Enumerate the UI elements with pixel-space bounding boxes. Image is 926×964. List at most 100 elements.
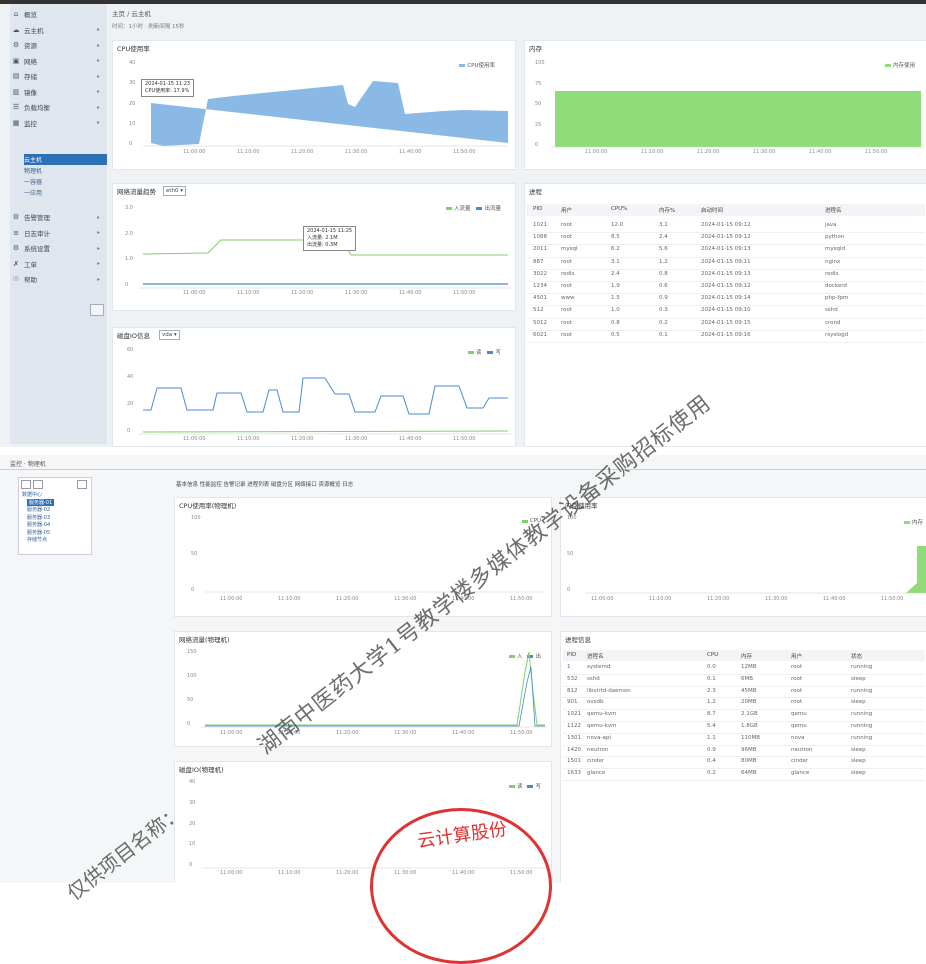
memory-chart-physical <box>585 546 926 594</box>
table-cell: 2024-01-15 09:13 <box>701 270 751 277</box>
table-cell: 1234 <box>533 283 547 289</box>
x-tick-label: 11:50:00 <box>453 290 476 296</box>
table-cell: 2024-01-15 09:12 <box>701 234 751 241</box>
table-header-cell[interactable]: 进程名 <box>825 206 842 214</box>
x-tick-label: 11:50:00 <box>881 596 904 602</box>
tree-node[interactable]: 存储节点 <box>27 536 47 543</box>
sidebar-item[interactable]: ⌂ 概览 <box>10 7 107 21</box>
sidebar-item[interactable]: ☉ 帮助 ▸ <box>10 272 107 286</box>
filter-bar[interactable]: 时间：1小时 · 刷新间隔 15秒 <box>112 22 185 30</box>
table-cell: 812 <box>567 687 578 694</box>
y-tick-label: 50 <box>187 697 194 703</box>
tree-node[interactable]: 服务器-02 <box>27 506 50 513</box>
table-cell: sshd <box>825 307 838 314</box>
sidebar-item-label: 监控 <box>24 119 37 128</box>
table-header-cell[interactable]: CPU <box>707 652 718 658</box>
sidebar-item[interactable]: ☰ 负载均衡 ▸ <box>10 100 107 114</box>
tree-refresh-button[interactable] <box>77 480 87 489</box>
table-header-cell[interactable]: 用户 <box>561 206 572 214</box>
table-cell: 0.1 <box>707 675 716 682</box>
sidebar-item[interactable]: ▣ 网络 ▸ <box>10 54 107 68</box>
table-cell: 6MB <box>741 675 754 682</box>
table-cell: 0.3 <box>659 307 668 314</box>
x-tick-label: 11:50:00 <box>453 436 476 442</box>
y-tick-label: 3.0 <box>125 205 133 211</box>
table-cell: 110MB <box>741 734 761 741</box>
table-cell: 5012 <box>533 319 547 326</box>
stamp-text: 云计算股份 <box>416 818 509 853</box>
table-cell: nginx <box>825 258 841 265</box>
table-header-cell[interactable]: CPU% <box>611 206 627 212</box>
chevron-icon: ▸ <box>97 41 101 49</box>
table-cell: 1.9 <box>611 283 620 289</box>
sidebar-item[interactable]: ▦ 监控 ▸ <box>10 116 107 130</box>
sidebar-item[interactable]: ⚙ 资源 ▸ <box>10 38 107 52</box>
x-tick-label: 11:10:00 <box>641 149 664 155</box>
table-header-cell[interactable]: 内存% <box>659 206 675 214</box>
table-cell: 0.8 <box>611 319 620 326</box>
y-tick-label: 10 <box>129 120 136 127</box>
sidebar-item[interactable]: ▤ 存储 ▸ <box>10 69 107 83</box>
disk-chart-panel: 磁盘IO信息 vda ▾ 读写 60 40 20 0 11:00:00 11:10:00 1… <box>112 327 516 447</box>
table-cell: neutron <box>587 746 609 753</box>
x-tick-label: 11:30:00 <box>345 290 368 296</box>
table-cell: 1088 <box>533 234 547 241</box>
sidebar-item[interactable]: ▥ 镜像 ▸ <box>10 85 107 99</box>
sidebar-item-label: 镜像 <box>24 88 37 97</box>
table-header-cell[interactable]: 状态 <box>851 652 862 660</box>
table-header-cell[interactable]: 用户 <box>791 652 802 660</box>
chevron-icon: ▸ <box>97 260 101 267</box>
x-tick-label: 11:40:00 <box>399 290 422 296</box>
x-tick-label: 11:40:00 <box>809 149 832 155</box>
table-cell: 2024-01-15 09:15 <box>701 319 751 326</box>
tree-node[interactable]: 服务器-01 <box>27 498 55 506</box>
sidebar-item-icon: ▤ <box>12 72 20 80</box>
sidebar-subitem[interactable]: 一容器 <box>24 176 107 187</box>
tab-toolbar[interactable]: 基本信息 性能监控 告警记录 进程列表 磁盘分区 网络接口 资源概览 日志 <box>176 480 353 488</box>
y-tick-label: 150 <box>187 649 197 655</box>
tree-node[interactable]: 数据中心 <box>22 491 42 498</box>
y-tick-label: 30 <box>129 80 136 87</box>
table-cell: 8.7 <box>707 711 716 718</box>
table-header-cell[interactable]: PID <box>533 206 542 212</box>
sidebar-subitem[interactable]: 一应用 <box>24 187 107 198</box>
table-header-cell[interactable]: 内存 <box>741 652 752 660</box>
table-cell: 2.3 <box>707 687 716 694</box>
tree-node[interactable]: 服务器-03 <box>27 514 50 521</box>
sidebar-item[interactable]: ⚙ 系统设置 ▸ <box>10 241 107 255</box>
x-tick-label: 11:10:00 <box>278 870 301 876</box>
sidebar-subitem[interactable]: 物理机 <box>24 165 107 176</box>
table-cell: www <box>561 295 575 302</box>
sidebar-item[interactable]: ✗ 工单 ▸ <box>10 257 107 271</box>
sidebar-item[interactable]: ≡ 日志审计 ▸ <box>10 226 107 240</box>
tree-collapse-button[interactable] <box>33 480 43 489</box>
table-cell: 3022 <box>533 270 547 277</box>
tree-node[interactable]: 服务器-05 <box>27 529 50 536</box>
table-header-cell[interactable]: 进程名 <box>587 652 604 660</box>
table-cell: root <box>561 319 573 326</box>
sidebar-subitem[interactable]: 云主机 <box>24 154 107 165</box>
table-cell: glance <box>791 770 810 777</box>
window-title: 监控 · 物理机 <box>10 461 46 468</box>
sidebar-item[interactable]: ⚙ 告警管理 ▸ <box>10 210 107 224</box>
sidebar-item[interactable]: ☁ 云主机 ▸ <box>10 23 107 37</box>
window-top-bar <box>0 0 926 4</box>
memory-chart-panel-physical: 内存使用率 内存 100 50 0 11:00:00 11:10:00 11:20:00 1… <box>560 497 926 617</box>
table-cell: 64MB <box>741 770 757 777</box>
table-header-cell[interactable]: PID <box>567 652 576 658</box>
x-tick-label: 11:20:00 <box>707 596 730 602</box>
table-cell: crond <box>825 319 841 326</box>
table-cell: 6.2 <box>611 246 620 253</box>
sidebar-item-label: 网络 <box>24 57 37 66</box>
x-tick-label: 11:00:00 <box>220 730 243 736</box>
sidebar: ⌂ 概览 ☁ 云主机 ▸ ⚙ 资源 ▸ ▣ 网络 ▸ ▤ 存储 ▸ ▥ 镜像 ▸ ☰ 负载均衡 ▸ ▦ 监控 ▸ 云主机 物理… <box>10 4 107 444</box>
table-header-cell[interactable]: 启动时间 <box>701 206 723 214</box>
table-cell: dockerd <box>825 283 847 289</box>
collapse-sidebar-button[interactable] <box>90 304 104 316</box>
table-cell: running <box>851 664 873 670</box>
sidebar-item-label: 告警管理 <box>24 214 50 222</box>
table-cell: running <box>851 711 873 718</box>
y-tick-label: 2.0 <box>125 230 133 237</box>
tree-node[interactable]: 服务器-04 <box>27 521 50 528</box>
tree-expand-button[interactable] <box>21 480 31 489</box>
